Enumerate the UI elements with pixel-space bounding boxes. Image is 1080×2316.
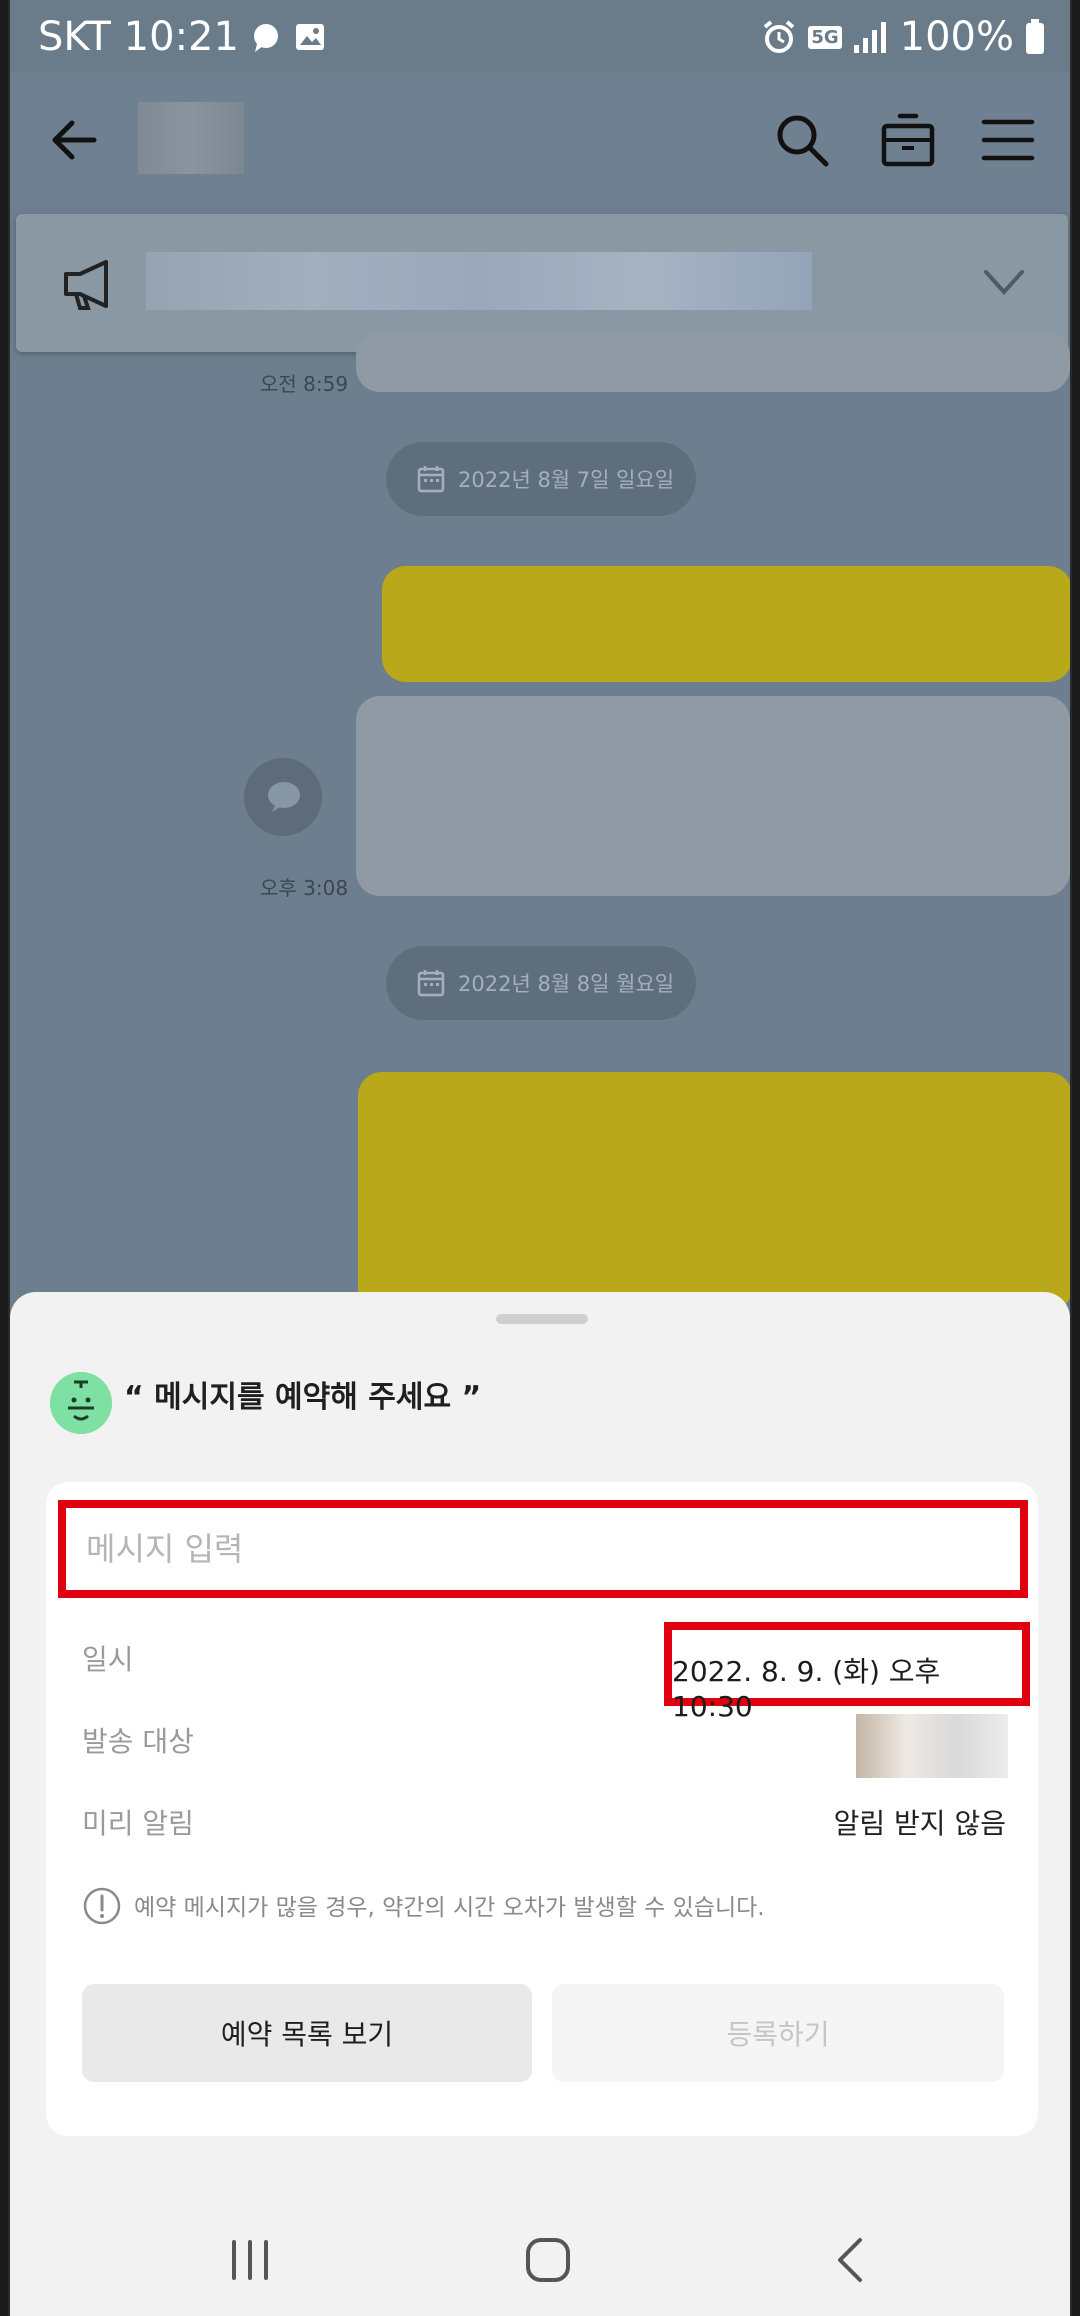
schedule-message-sheet: “ 메시지를 예약해 주세요 ” 일시 2022. 8. 9. (화) 오후 1… xyxy=(10,1292,1070,2316)
calendar-icon xyxy=(417,466,445,493)
date-divider: 2022년 8월 7일 일요일 xyxy=(386,442,696,516)
signal-icon xyxy=(853,22,886,53)
chat-room-name-redacted xyxy=(138,102,244,174)
drawer-icon[interactable] xyxy=(878,110,938,170)
chat-messages: 오전 8:59 2022년 8월 7일 일요일 오후 3:08 2022년 8월… xyxy=(10,332,1070,1312)
battery-percent: 100% xyxy=(899,14,1014,60)
phone-screen: SKT 10:21 5G 100% 오전 8:59 2022년 8월 7일 일요… xyxy=(8,0,1072,2316)
message-bubble-outgoing[interactable] xyxy=(358,1072,1070,1312)
view-schedule-list-button[interactable]: 예약 목록 보기 xyxy=(82,1984,532,2082)
sheet-prompt: “ 메시지를 예약해 주세요 ” xyxy=(124,1380,482,1415)
reminder-value[interactable]: 알림 받지 않음 xyxy=(834,1802,1006,1842)
notice-text-redacted xyxy=(146,252,812,310)
schedule-form-card: 일시 2022. 8. 9. (화) 오후 10:30 발송 대상 미리 알림 … xyxy=(46,1482,1038,2136)
message-bubble[interactable] xyxy=(356,696,1070,896)
message-bubble[interactable] xyxy=(356,332,1070,392)
datetime-value: 2022. 8. 9. (화) 오후 10:30 xyxy=(672,1655,941,1723)
reminder-label: 미리 알림 xyxy=(82,1807,194,1840)
alarm-icon xyxy=(764,20,795,53)
schedule-warning: 예약 메시지가 많을 경우, 약간의 시간 오차가 발생할 수 있습니다. xyxy=(134,1895,765,1921)
datetime-label: 일시 xyxy=(82,1643,134,1676)
target-avatar-redacted[interactable] xyxy=(856,1714,1008,1778)
profile-avatar-icon[interactable] xyxy=(244,758,322,836)
network-5g-icon: 5G xyxy=(808,25,842,49)
bot-face-icon xyxy=(50,1372,112,1434)
register-button[interactable]: 등록하기 xyxy=(552,1984,1004,2082)
chevron-down-icon[interactable] xyxy=(982,264,1026,300)
date-divider: 2022년 8월 8일 월요일 xyxy=(386,946,696,1020)
carrier-time: SKT 10:21 xyxy=(38,14,239,60)
status-bar: SKT 10:21 5G 100% xyxy=(10,0,1070,72)
chat-header xyxy=(10,72,1070,208)
calendar-icon xyxy=(417,970,445,997)
message-time: 오후 3:08 xyxy=(260,876,349,900)
gallery-icon xyxy=(295,24,324,50)
drag-handle[interactable] xyxy=(496,1314,588,1324)
menu-icon[interactable] xyxy=(978,110,1038,170)
system-nav-bar xyxy=(10,2196,1070,2316)
home-icon[interactable] xyxy=(518,2230,578,2290)
datetime-picker[interactable]: 2022. 8. 9. (화) 오후 10:30 xyxy=(664,1622,1030,1723)
battery-icon xyxy=(1026,19,1044,54)
recent-apps-icon[interactable] xyxy=(220,2230,280,2290)
back-arrow-icon[interactable] xyxy=(46,110,106,170)
message-input[interactable] xyxy=(66,1508,1020,1590)
nav-back-icon[interactable] xyxy=(822,2230,882,2290)
date-divider-text: 2022년 8월 8일 월요일 xyxy=(458,972,675,996)
message-time: 오전 8:59 xyxy=(260,372,349,396)
info-exclamation-icon xyxy=(83,1887,121,1925)
target-label: 발송 대상 xyxy=(82,1725,194,1758)
message-bubble-outgoing[interactable] xyxy=(382,566,1070,682)
chat-bubble-icon xyxy=(253,24,278,52)
date-divider-text: 2022년 8월 7일 일요일 xyxy=(458,468,675,492)
megaphone-icon xyxy=(64,260,108,310)
message-input-highlight xyxy=(58,1500,1028,1598)
search-icon[interactable] xyxy=(772,110,832,170)
